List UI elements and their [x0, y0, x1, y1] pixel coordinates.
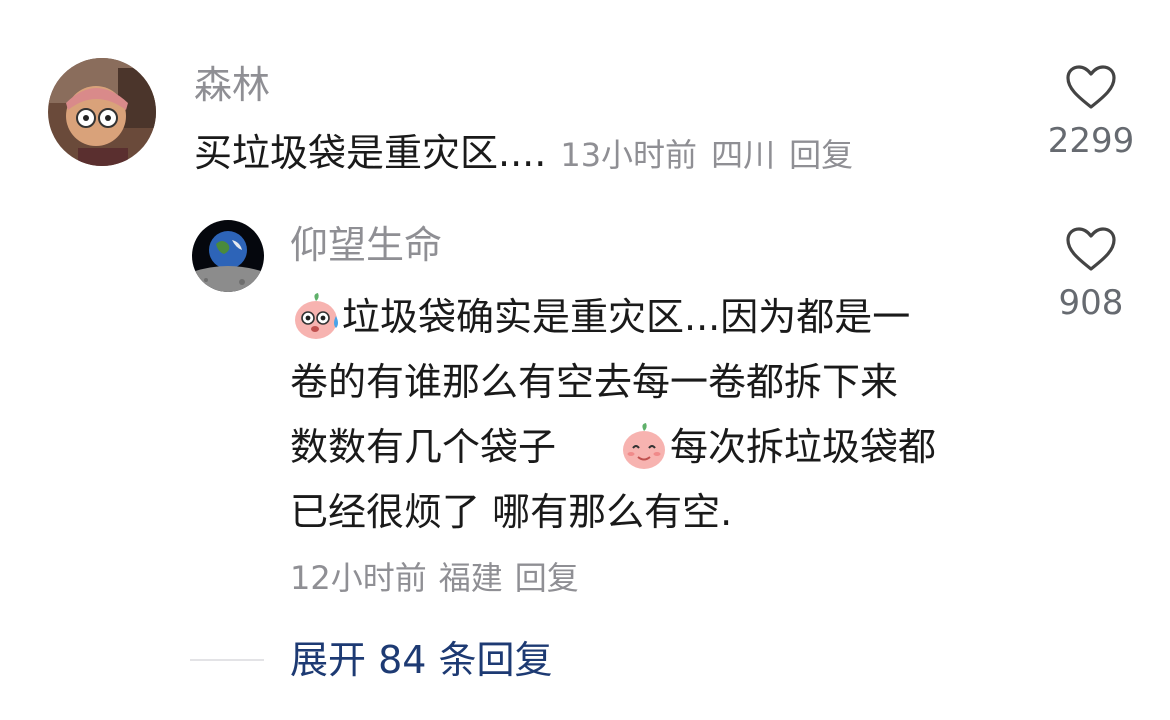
reply-avatar[interactable] — [192, 220, 264, 292]
reply-text-segment: 垃圾袋确实是重灾区...因为都是一 — [342, 295, 911, 339]
reply-time: 12小时前 — [290, 559, 427, 597]
comment-meta: 13小时前 四川 回复 — [546, 136, 853, 174]
comment-time: 13小时前 — [560, 136, 698, 174]
smiling-peach-emoji-icon — [618, 420, 670, 472]
reply-meta: 12小时前 福建 回复 — [290, 562, 591, 594]
comment-text: 买垃圾袋是重灾区.... — [194, 131, 547, 175]
reply-text-line: 数数有几个袋子 每次拆垃圾袋都 — [290, 415, 1030, 480]
comment-like-count: 2299 — [1047, 121, 1135, 161]
comment-location: 四川 — [711, 136, 776, 174]
reply-location: 福建 — [438, 559, 503, 597]
reply-text-segment: 卷的有谁那么有空去每一卷都拆下来 — [290, 360, 899, 404]
earth-from-moon-avatar-icon — [192, 220, 264, 292]
reply-like-count: 908 — [1058, 283, 1124, 323]
reply-text-segment: 数数有几个袋子 — [290, 425, 557, 469]
reply-text-segment: 已经很烦了 哪有那么有空. — [290, 490, 733, 534]
comment-text-row: 买垃圾袋是重灾区.... 13小时前 四川 回复 — [194, 134, 853, 172]
reply-text-segment: 每次拆垃圾袋都 — [670, 425, 937, 469]
heart-icon — [1066, 65, 1116, 109]
comment-username[interactable]: 森林 — [194, 66, 270, 104]
heart-icon — [1066, 227, 1116, 271]
reply-text-line: 垃圾袋确实是重灾区...因为都是一 — [290, 285, 1030, 350]
reply-reply-button[interactable]: 回复 — [515, 559, 579, 597]
reply-text: 垃圾袋确实是重灾区...因为都是一 卷的有谁那么有空去每一卷都拆下来 数数有几个… — [290, 285, 1030, 545]
divider — [190, 659, 264, 661]
comment-avatar[interactable] — [48, 58, 156, 166]
reply-username[interactable]: 仰望生命 — [290, 226, 442, 264]
comment-like-button[interactable]: 2299 — [1041, 64, 1141, 158]
reply-text-line: 卷的有谁那么有空去每一卷都拆下来 — [290, 350, 1030, 415]
expand-replies-button[interactable]: 展开 84 条回复 — [190, 636, 553, 684]
cartoon-character-avatar-icon — [48, 58, 156, 166]
reply-like-button[interactable]: 908 — [1041, 226, 1141, 320]
comment-reply-button[interactable]: 回复 — [789, 136, 853, 174]
expand-replies-label: 展开 84 条回复 — [290, 638, 553, 682]
sweating-peach-emoji-icon — [290, 290, 342, 342]
reply-text-line: 已经很烦了 哪有那么有空. — [290, 480, 1030, 545]
